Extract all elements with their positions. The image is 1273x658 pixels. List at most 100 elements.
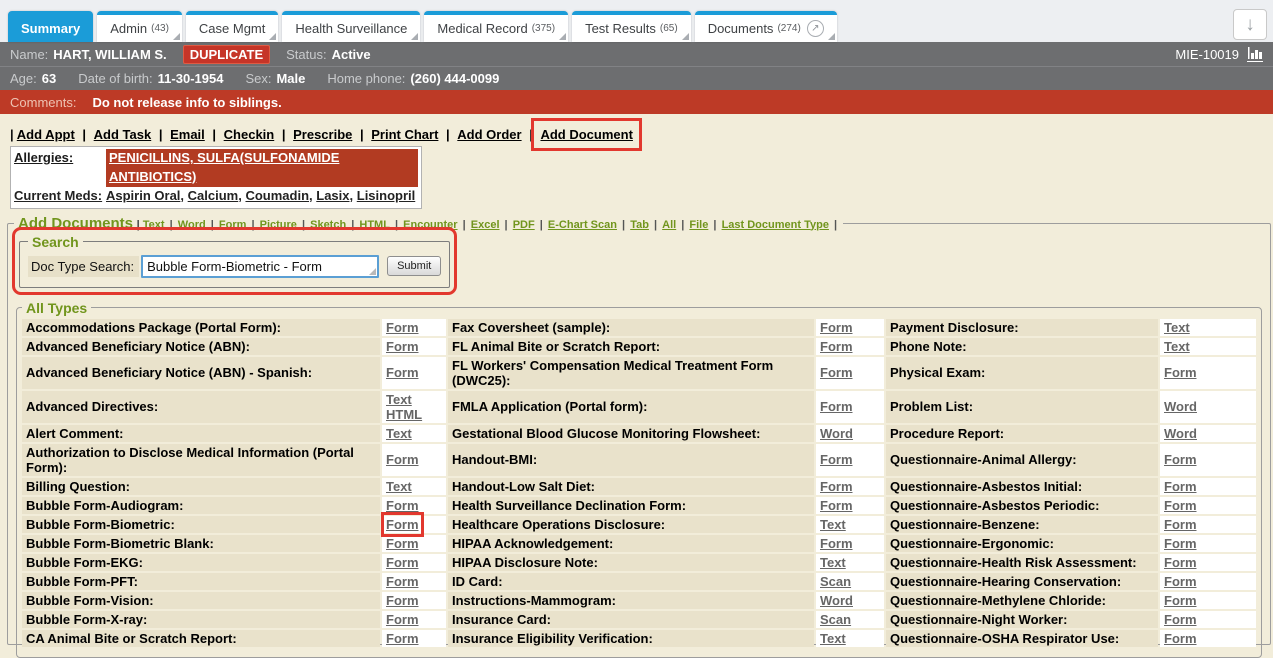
action-email[interactable]: Email xyxy=(170,127,205,142)
tab-test-results[interactable]: Test Results(65) xyxy=(572,11,691,42)
doc-type-link-pdf[interactable]: PDF xyxy=(513,219,535,231)
form-link-questionnaire-asbestos-initial[interactable]: Form xyxy=(1164,479,1197,494)
text-link-alert-comment[interactable]: Text xyxy=(386,426,412,441)
table-row: Authorization to Disclose Medical Inform… xyxy=(22,444,1256,476)
text-link-healthcare-operations-disclosure[interactable]: Text xyxy=(820,517,846,532)
form-link-physical-exam[interactable]: Form xyxy=(1164,365,1197,380)
doc-type-link-picture[interactable]: Picture xyxy=(260,219,297,231)
doc-name-health-surveillance-declination-form: Health Surveillance Declination Form: xyxy=(448,497,814,514)
tab-summary[interactable]: Summary xyxy=(8,11,93,42)
form-link-questionnaire-health-risk-assessment[interactable]: Form xyxy=(1164,555,1197,570)
form-link-bubble-form-pft[interactable]: Form xyxy=(386,574,419,589)
doc-type-link-all[interactable]: All xyxy=(662,219,676,231)
form-link-advanced-beneficiary-notice-abn-spanish[interactable]: Form xyxy=(386,365,419,380)
doc-type-link-excel[interactable]: Excel xyxy=(471,219,500,231)
form-link-questionnaire-animal-allergy[interactable]: Form xyxy=(1164,452,1197,467)
text-link-billing-question[interactable]: Text xyxy=(386,479,412,494)
table-row: Bubble Form-Biometric:FormHealthcare Ope… xyxy=(22,516,1256,533)
form-link-questionnaire-benzene[interactable]: Form xyxy=(1164,517,1197,532)
text-link-payment-disclosure[interactable]: Text xyxy=(1164,320,1190,335)
text-link-hipaa-disclosure-note[interactable]: Text xyxy=(820,555,846,570)
tab-case-mgmt[interactable]: Case Mgmt xyxy=(186,11,278,42)
med-link-coumadin[interactable]: Coumadin xyxy=(245,188,309,203)
form-link-health-surveillance-declination-form[interactable]: Form xyxy=(820,498,853,513)
doc-name-fax-coversheet-sample: Fax Coversheet (sample): xyxy=(448,319,814,336)
doc-type-link-tab[interactable]: Tab xyxy=(630,219,649,231)
doc-type-search-input[interactable] xyxy=(141,255,379,278)
text-link-advanced-directives[interactable]: Text xyxy=(386,392,412,407)
form-link-bubble-form-vision[interactable]: Form xyxy=(386,593,419,608)
allergy-list-link[interactable]: PENICILLINS, SULFA(SULFONAMIDE ANTIBIOTI… xyxy=(109,150,339,184)
current-meds-link[interactable]: Current Meds: xyxy=(14,188,102,203)
word-link-procedure-report[interactable]: Word xyxy=(1164,426,1197,441)
med-link-lisinopril[interactable]: Lisinopril xyxy=(357,188,416,203)
action-add-appt[interactable]: Add Appt xyxy=(17,127,75,142)
form-link-accommodations-package-portal-form[interactable]: Form xyxy=(386,320,419,335)
form-link-bubble-form-x-ray[interactable]: Form xyxy=(386,612,419,627)
form-link-questionnaire-hearing-conservation[interactable]: Form xyxy=(1164,574,1197,589)
popout-icon[interactable]: ↗ xyxy=(807,20,824,37)
action-prescribe[interactable]: Prescribe xyxy=(293,127,352,142)
tab-documents[interactable]: Documents(274)↗ xyxy=(695,11,837,42)
tab-admin[interactable]: Admin(43) xyxy=(97,11,182,42)
tab-medical-record[interactable]: Medical Record(375) xyxy=(424,11,568,42)
form-link-advanced-beneficiary-notice-abn[interactable]: Form xyxy=(386,339,419,354)
action-add-task[interactable]: Add Task xyxy=(94,127,152,142)
scroll-down-button[interactable]: ↓ xyxy=(1233,9,1267,40)
form-link-fmla-application-portal-form[interactable]: Form xyxy=(820,399,853,414)
tab-health-surveillance[interactable]: Health Surveillance xyxy=(282,11,420,42)
action-separator: | xyxy=(438,127,457,142)
doc-name-accommodations-package-portal-form: Accommodations Package (Portal Form): xyxy=(22,319,380,336)
doc-type-link-form[interactable]: Form xyxy=(219,219,247,231)
action-add-order[interactable]: Add Order xyxy=(457,127,521,142)
form-link-handout-bmi[interactable]: Form xyxy=(820,452,853,467)
patient-phone: (260) 444-0099 xyxy=(410,71,499,86)
action-checkin[interactable]: Checkin xyxy=(224,127,275,142)
form-link-questionnaire-asbestos-periodic[interactable]: Form xyxy=(1164,498,1197,513)
med-link-aspirin-oral[interactable]: Aspirin Oral xyxy=(106,188,180,203)
form-link-fl-animal-bite-or-scratch-report[interactable]: Form xyxy=(820,339,853,354)
scan-link-id-card[interactable]: Scan xyxy=(820,574,851,589)
form-link-questionnaire-night-worker[interactable]: Form xyxy=(1164,612,1197,627)
text-link-phone-note[interactable]: Text xyxy=(1164,339,1190,354)
action-print-chart[interactable]: Print Chart xyxy=(371,127,438,142)
form-link-bubble-form-biometric[interactable]: Form xyxy=(386,517,419,532)
doc-type-link-html[interactable]: HTML xyxy=(359,219,390,231)
doc-type-link-file[interactable]: File xyxy=(689,219,708,231)
form-link-bubble-form-ekg[interactable]: Form xyxy=(386,555,419,570)
doc-type-link-text[interactable]: Text xyxy=(143,219,165,231)
form-link-bubble-form-biometric-blank[interactable]: Form xyxy=(386,536,419,551)
allergies-link[interactable]: Allergies: xyxy=(14,150,73,165)
form-link-hipaa-acknowledgement[interactable]: Form xyxy=(820,536,853,551)
word-link-instructions-mammogram[interactable]: Word xyxy=(820,593,853,608)
form-link-fl-workers-compensation-medical-treatment-form-dwc25[interactable]: Form xyxy=(820,365,853,380)
word-link-gestational-blood-glucose-monitoring-flowsheet[interactable]: Word xyxy=(820,426,853,441)
doc-type-link-word[interactable]: Word xyxy=(178,219,206,231)
scan-link-insurance-card[interactable]: Scan xyxy=(820,612,851,627)
html-link-advanced-directives[interactable]: HTML xyxy=(386,407,422,422)
form-link-questionnaire-methylene-chloride[interactable]: Form xyxy=(1164,593,1197,608)
doc-type-separator: | xyxy=(165,219,178,231)
word-link-problem-list[interactable]: Word xyxy=(1164,399,1197,414)
form-link-ca-animal-bite-or-scratch-report[interactable]: Form xyxy=(386,631,419,646)
med-link-lasix[interactable]: Lasix xyxy=(316,188,349,203)
doc-type-link-e-chart-scan[interactable]: E-Chart Scan xyxy=(548,219,617,231)
doc-type-link-encounter[interactable]: Encounter xyxy=(403,219,457,231)
form-link-authorization-to-disclose-medical-information-portal-form[interactable]: Form xyxy=(386,452,419,467)
bar-chart-icon[interactable] xyxy=(1247,47,1263,62)
doc-name-questionnaire-ergonomic: Questionnaire-Ergonomic: xyxy=(886,535,1158,552)
text-link-insurance-eligibility-verification[interactable]: Text xyxy=(820,631,846,646)
action-separator: | xyxy=(151,127,170,142)
form-link-handout-low-salt-diet[interactable]: Form xyxy=(820,479,853,494)
submit-button[interactable]: Submit xyxy=(387,256,441,276)
doc-name-bubble-form-biometric: Bubble Form-Biometric: xyxy=(22,516,380,533)
form-link-questionnaire-ergonomic[interactable]: Form xyxy=(1164,536,1197,551)
form-link-fax-coversheet-sample[interactable]: Form xyxy=(820,320,853,335)
form-link-questionnaire-osha-respirator-use[interactable]: Form xyxy=(1164,631,1197,646)
med-link-calcium[interactable]: Calcium xyxy=(188,188,239,203)
action-add-document[interactable]: Add Document xyxy=(540,127,632,142)
doc-type-link-sketch[interactable]: Sketch xyxy=(310,219,346,231)
quick-actions-bar: | Add Appt | Add Task | Email | Checkin … xyxy=(10,127,1273,142)
form-link-bubble-form-audiogram[interactable]: Form xyxy=(386,498,419,513)
doc-type-link-last-document-type[interactable]: Last Document Type xyxy=(722,219,829,231)
